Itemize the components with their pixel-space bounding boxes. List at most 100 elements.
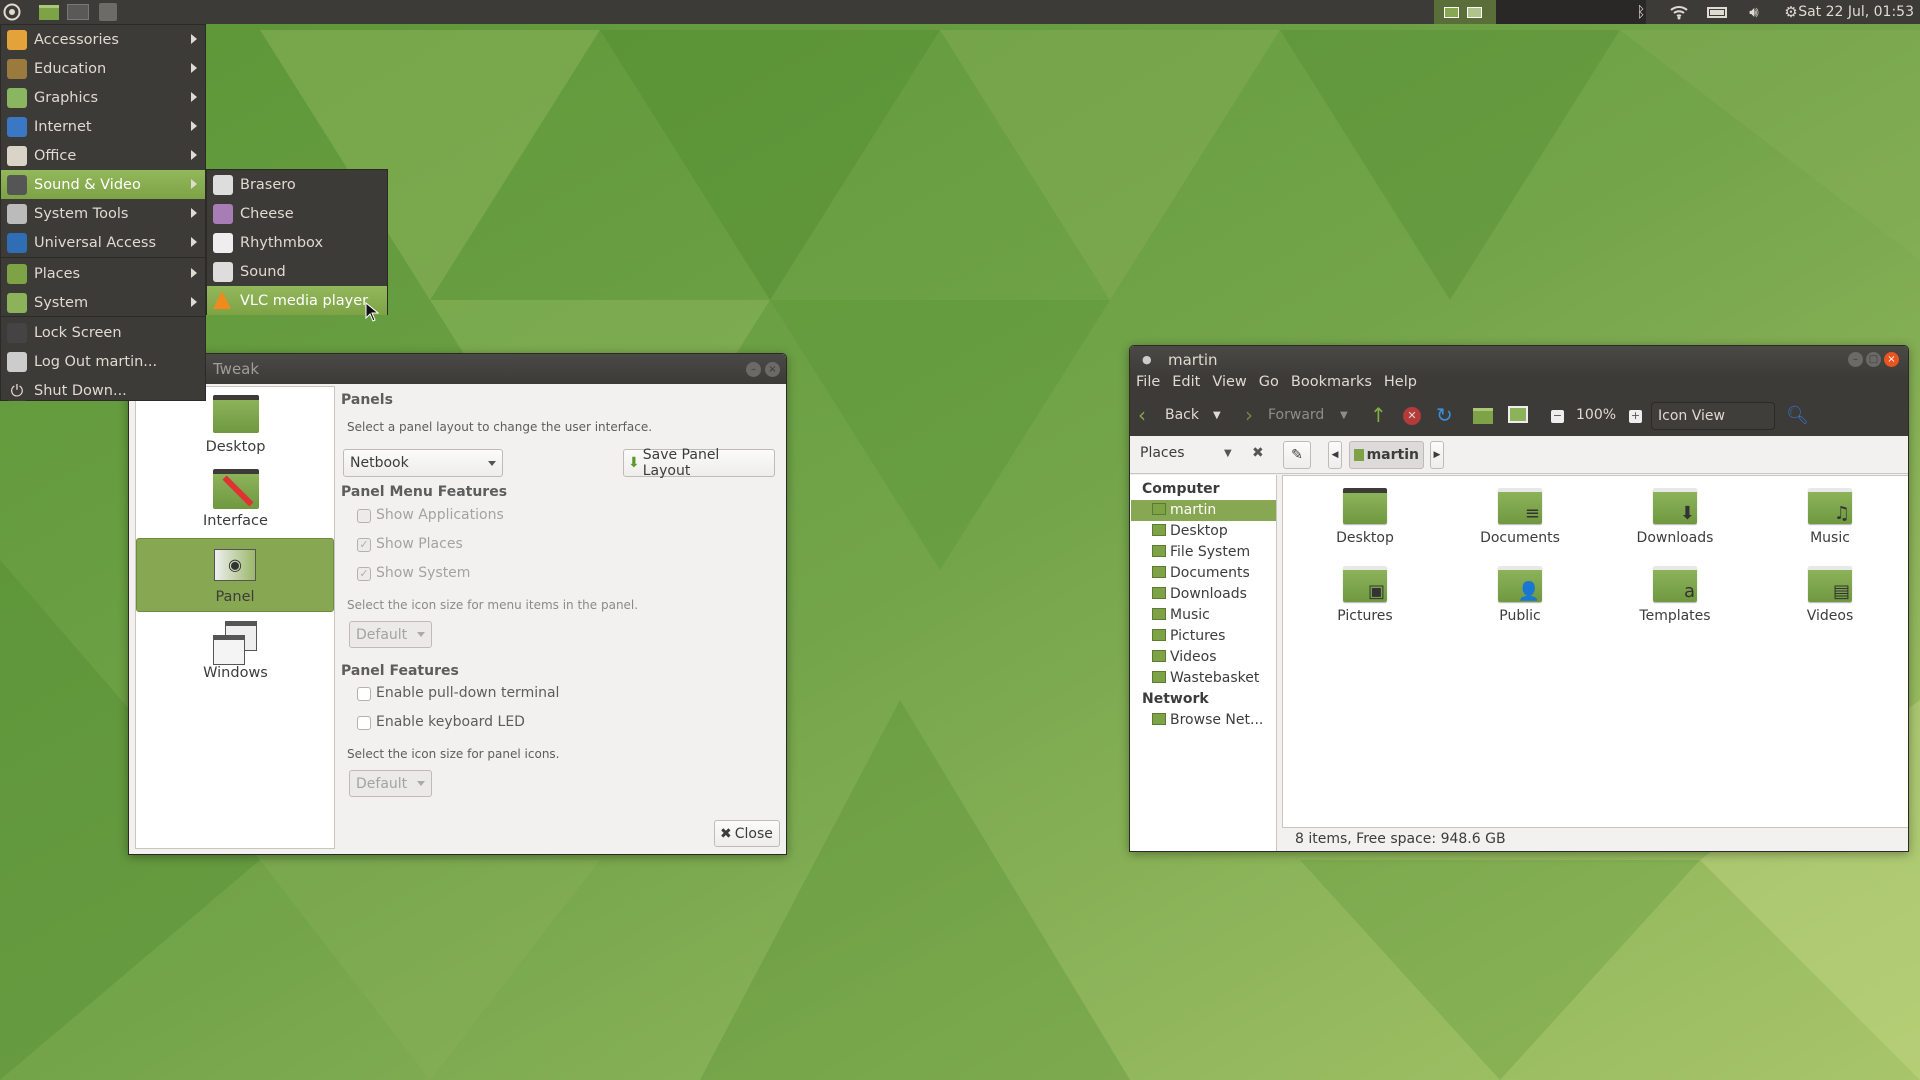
submenu-item-brasero[interactable]: Brasero	[207, 170, 387, 199]
forward-button[interactable]: Forward	[1268, 400, 1324, 431]
close-window-button[interactable]: ×	[765, 362, 780, 377]
back-button[interactable]: Back	[1165, 400, 1199, 431]
tweak-titlebar[interactable]: Tweak – ×	[129, 354, 786, 384]
sidebar-item-panel[interactable]: ◉ Panel	[136, 538, 334, 612]
places-header-network: Network	[1142, 691, 1209, 707]
submenu-item-cheese[interactable]: Cheese	[207, 199, 387, 228]
keyboard-led-checkbox[interactable]	[357, 716, 371, 730]
monitor-icon	[7, 293, 27, 313]
forward-arrow-icon[interactable]: ›	[1245, 400, 1253, 431]
chevron-down-icon[interactable]: ▼	[1224, 448, 1232, 459]
path-button-martin[interactable]: martin	[1349, 441, 1424, 469]
folder-icon	[1152, 503, 1166, 515]
path-scroll-right[interactable]: ▶	[1430, 441, 1444, 469]
maximize-button[interactable]: □	[1866, 352, 1881, 367]
file-item-public[interactable]: 👤 Public	[1475, 562, 1565, 634]
file-item-videos[interactable]: ▤ Videos	[1785, 562, 1875, 634]
file-item-templates[interactable]: a Templates	[1630, 562, 1720, 634]
bluetooth-icon[interactable]: ᛒ	[1632, 2, 1650, 22]
menu-item-log-out-martin[interactable]: Log Out martin...	[1, 347, 205, 376]
places-item-file-system[interactable]: File System	[1152, 542, 1250, 563]
menu-item-system[interactable]: System	[1, 288, 205, 317]
menu-go[interactable]: Go	[1259, 374, 1279, 396]
menu-file[interactable]: File	[1136, 374, 1160, 396]
wifi-icon[interactable]	[1668, 2, 1690, 22]
menu-item-education[interactable]: Education	[1, 54, 205, 83]
submenu-item-rhythmbox[interactable]: Rhythmbox	[207, 228, 387, 257]
up-arrow-icon[interactable]: ↑	[1370, 400, 1387, 431]
menu-item-system-tools[interactable]: System Tools	[1, 199, 205, 228]
zoom-in-icon[interactable]: +	[1629, 410, 1642, 423]
file-manager-icon[interactable]	[38, 2, 60, 22]
places-item-martin[interactable]: martin	[1131, 500, 1276, 521]
menu-view[interactable]: View	[1212, 374, 1246, 396]
minimize-button[interactable]: –	[1848, 352, 1863, 367]
menu-item-office[interactable]: Office	[1, 141, 205, 170]
places-item-browse-network[interactable]: Browse Net...	[1152, 710, 1263, 731]
menu-help[interactable]: Help	[1384, 374, 1417, 396]
volume-icon[interactable]: 🔊︎	[1743, 2, 1765, 22]
back-arrow-icon[interactable]: ‹	[1138, 400, 1146, 431]
battery-icon[interactable]	[1706, 2, 1728, 22]
submenu-item-vlc-media-player[interactable]: VLC media player	[207, 286, 387, 315]
terminal-icon[interactable]	[67, 2, 89, 22]
save-panel-layout-button[interactable]: ⬇ Save Panel Layout	[623, 447, 775, 479]
places-item-pictures[interactable]: Pictures	[1152, 626, 1225, 647]
menu-item-lock-screen[interactable]: Lock Screen	[1, 318, 205, 347]
file-item-music[interactable]: ♫ Music	[1785, 484, 1875, 556]
menu-item-internet[interactable]: Internet	[1, 112, 205, 141]
places-item-music[interactable]: Music	[1152, 605, 1210, 626]
places-item-downloads[interactable]: Downloads	[1152, 584, 1247, 605]
minimize-button[interactable]: –	[746, 362, 761, 377]
home-folder-icon[interactable]	[1473, 408, 1493, 424]
panel-layout-select[interactable]: Netbook	[343, 449, 503, 477]
zoom-out-icon[interactable]: −	[1551, 410, 1564, 423]
apps-icon[interactable]	[97, 2, 119, 22]
menu-bookmarks[interactable]: Bookmarks	[1291, 374, 1372, 396]
submenu-item-sound[interactable]: Sound	[207, 257, 387, 286]
mate-logo-icon[interactable]	[2, 2, 22, 22]
menu-item-graphics[interactable]: Graphics	[1, 83, 205, 112]
close-window-button[interactable]: ×	[1884, 352, 1899, 367]
computer-icon[interactable]	[1508, 406, 1528, 423]
panel-icon-size-select[interactable]: Default	[349, 770, 432, 797]
places-item-wastebasket[interactable]: Wastebasket	[1152, 668, 1259, 689]
stop-icon[interactable]: ✕	[1403, 407, 1421, 425]
reload-icon[interactable]: ↻	[1436, 400, 1453, 431]
forward-history-dropdown[interactable]: ▼	[1340, 400, 1348, 431]
view-mode-select[interactable]: Icon View	[1651, 402, 1775, 430]
panel-icon: ◉	[214, 549, 256, 581]
show-applications-checkbox[interactable]	[357, 509, 371, 523]
pull-down-terminal-checkbox[interactable]	[357, 687, 371, 701]
close-sidebar-icon[interactable]: ✖	[1252, 445, 1264, 461]
menu-item-accessories[interactable]: Accessories	[1, 25, 205, 54]
path-scroll-left[interactable]: ◀	[1328, 441, 1342, 469]
search-icon[interactable]: 🔍︎	[1786, 400, 1809, 431]
workspace-2[interactable]	[1467, 7, 1482, 18]
places-item-desktop[interactable]: Desktop	[1152, 521, 1228, 542]
places-item-label: Pictures	[1170, 628, 1226, 644]
menu-item-sound-video[interactable]: Sound & Video	[1, 170, 205, 199]
file-item-desktop[interactable]: Desktop	[1320, 484, 1410, 556]
workspace-switcher[interactable]	[1434, 0, 1496, 24]
sidebar-item-windows[interactable]: Windows	[137, 615, 334, 687]
workspace-1[interactable]	[1444, 7, 1459, 18]
menu-edit[interactable]: Edit	[1172, 374, 1200, 396]
file-item-downloads[interactable]: ⬇ Downloads	[1630, 484, 1720, 556]
show-system-checkbox[interactable]: ✓	[357, 567, 371, 581]
file-item-pictures[interactable]: ▣ Pictures	[1320, 562, 1410, 634]
menu-item-universal-access[interactable]: Universal Access	[1, 228, 205, 257]
places-item-videos[interactable]: Videos	[1152, 647, 1217, 668]
sidebar-item-interface[interactable]: Interface	[137, 463, 334, 535]
menu-item-shut-down[interactable]: ⏻ Shut Down...	[1, 376, 205, 405]
menu-item-places[interactable]: Places	[1, 259, 205, 288]
clock[interactable]: Sat 22 Jul, 01:53	[1798, 0, 1914, 24]
show-places-checkbox[interactable]: ✓	[357, 538, 371, 552]
close-button[interactable]: ✖ Close	[714, 820, 780, 847]
places-item-documents[interactable]: Documents	[1152, 563, 1250, 584]
file-item-documents[interactable]: ≡ Documents	[1475, 484, 1565, 556]
back-history-dropdown[interactable]: ▼	[1213, 400, 1221, 431]
sidebar-mode-select[interactable]: Places	[1140, 445, 1185, 461]
edit-location-button[interactable]: ✎	[1283, 441, 1311, 469]
menu-icon-size-select[interactable]: Default	[349, 621, 432, 648]
